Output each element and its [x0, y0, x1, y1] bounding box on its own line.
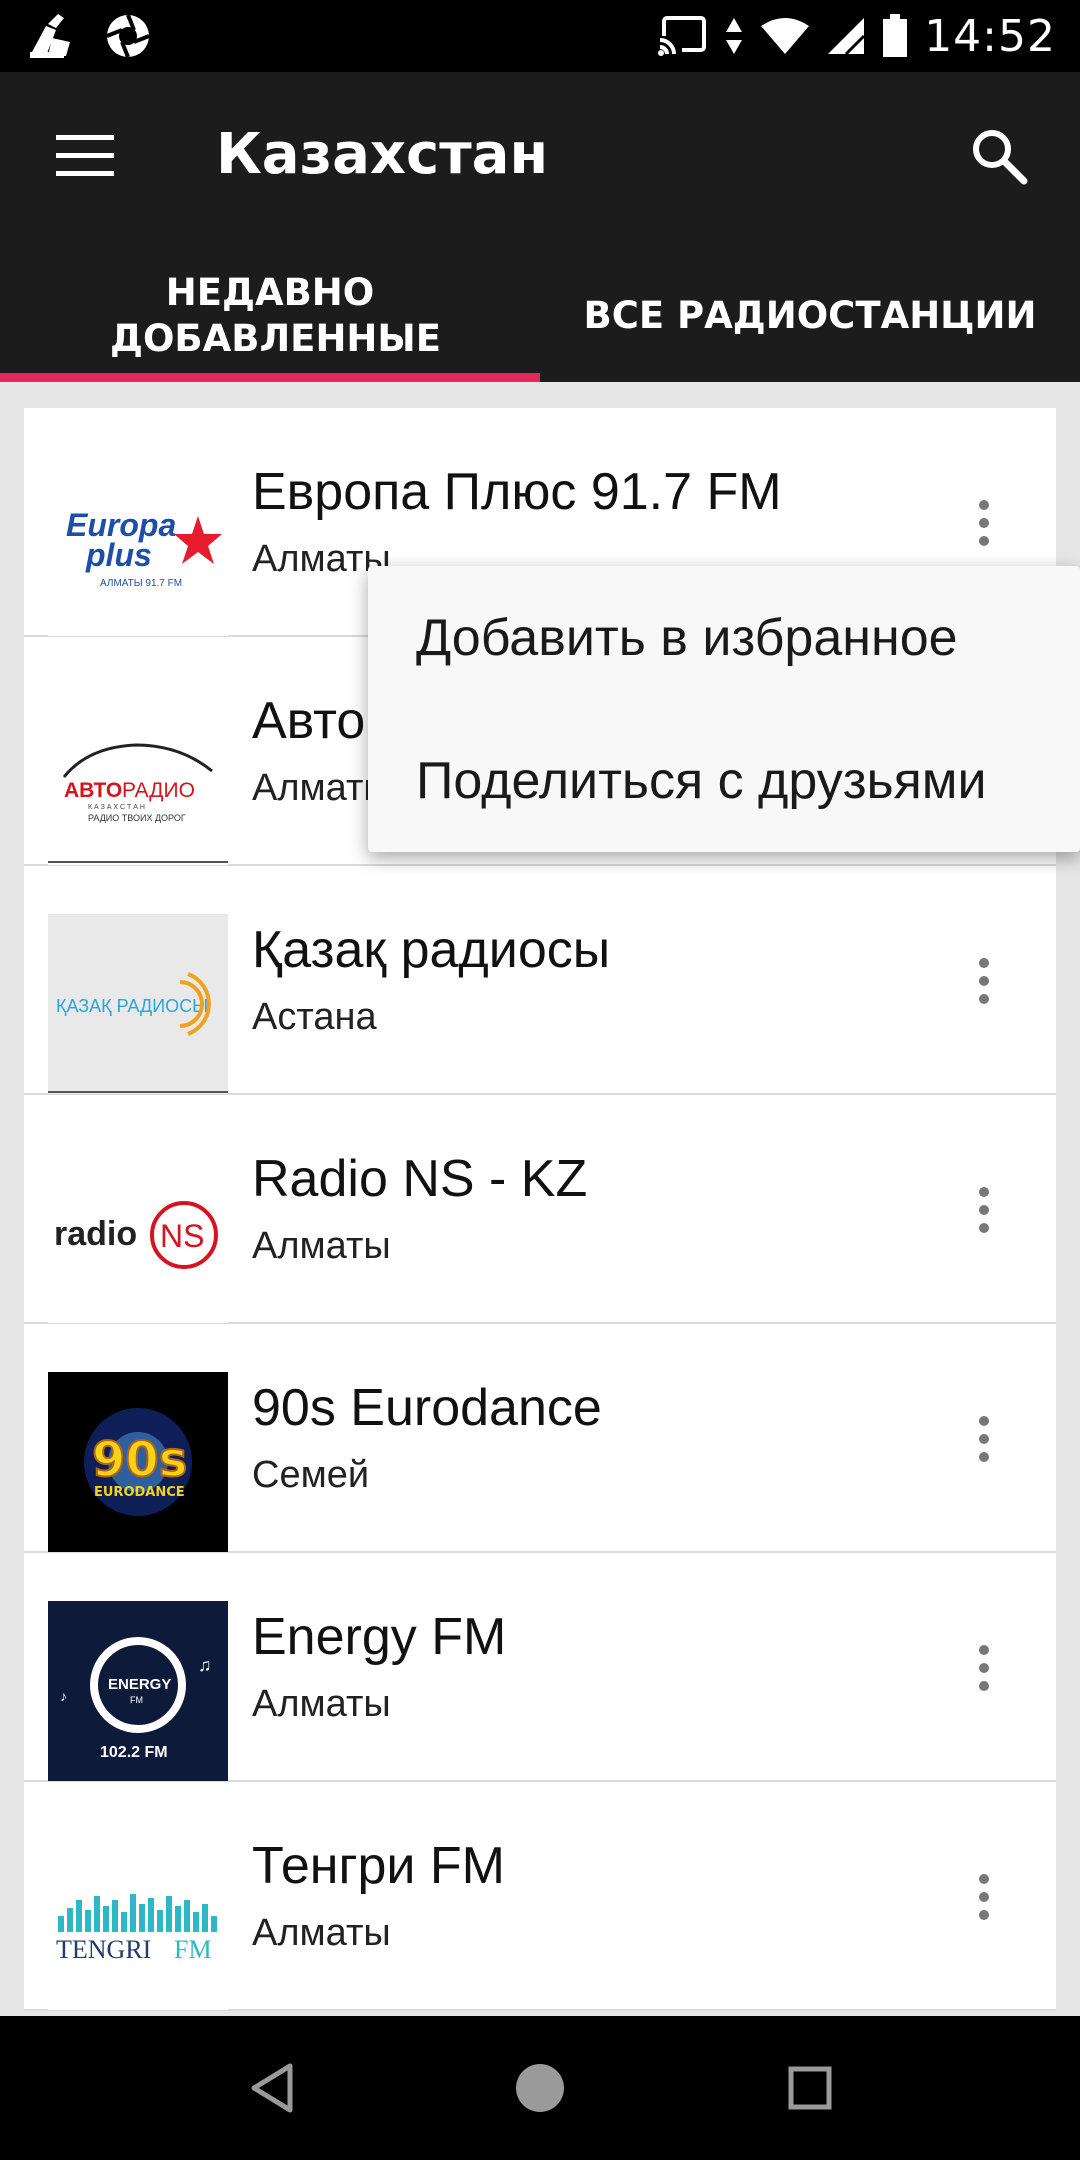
more-icon-dot	[979, 1681, 989, 1691]
hamburger-icon	[56, 135, 114, 176]
station-name: Тенгри FM	[252, 1837, 505, 1895]
station-name: 90s Eurodance	[252, 1379, 602, 1437]
menu-item-add-favorite[interactable]: Добавить в избранное	[368, 566, 1080, 709]
tengri-fm-logo: TENGRI FM	[48, 1830, 228, 2010]
station-city: Алматы	[252, 1225, 391, 1267]
svg-text:АЛМАТЫ 91.7 FM: АЛМАТЫ 91.7 FM	[100, 578, 182, 589]
svg-text:ENERGY: ENERGY	[108, 1676, 171, 1693]
svg-text:ҚАЗАҚ РАДИОСЫ: ҚАЗАҚ РАДИОСЫ	[56, 996, 208, 1016]
list-item[interactable]: TENGRI FM Тенгри FM Алматы	[24, 1782, 1056, 2011]
battery-icon	[883, 14, 908, 57]
europa-plus-logo: Europa plus АЛМАТЫ 91.7 FM	[48, 456, 228, 636]
more-icon-dot	[979, 1910, 989, 1920]
menu-button[interactable]	[40, 120, 130, 192]
more-icon-dot	[979, 1416, 989, 1426]
svg-text:102.2 FM: 102.2 FM	[100, 1744, 168, 1761]
system-nav-bar	[0, 2016, 1080, 2160]
more-icon-dot	[979, 1434, 989, 1444]
more-icon-dot	[979, 500, 989, 510]
cleaner-app-icon	[30, 14, 70, 58]
menu-item-share[interactable]: Поделиться с друзьями	[368, 709, 1080, 852]
station-name: Европа Плюс 91.7 FM	[252, 463, 782, 521]
more-options-button[interactable]	[964, 488, 1004, 558]
90s-eurodance-logo: 90s EURODANCE	[48, 1372, 228, 1552]
back-icon	[251, 2063, 293, 2113]
page-title: Казахстан	[216, 122, 549, 187]
svg-text:radio: radio	[54, 1215, 137, 1253]
svg-text:FM: FM	[130, 1695, 143, 1705]
app-bar: Казахстан НЕДАВНО ДОБАВЛЕННЫЕ ВСЕ РАДИОС…	[0, 72, 1080, 382]
more-icon-dot	[979, 1663, 989, 1673]
radio-ns-logo: radio NS	[48, 1143, 228, 1323]
station-city: Алматы	[252, 1912, 391, 1954]
more-options-button[interactable]	[964, 1175, 1004, 1245]
svg-text:90s: 90s	[92, 1432, 187, 1488]
data-transfer-icon	[726, 18, 743, 54]
station-name: Energy FM	[252, 1608, 507, 1666]
station-name: Қазақ радиосы	[252, 921, 611, 979]
list-item[interactable]: ҚАЗАҚ РАДИОСЫ Қазақ радиосы Астана	[24, 866, 1056, 1095]
more-icon-dot	[979, 994, 989, 1004]
kazakh-radio-logo: ҚАЗАҚ РАДИОСЫ	[48, 914, 228, 1094]
more-icon-dot	[979, 1223, 989, 1233]
tab-bar: НЕДАВНО ДОБАВЛЕННЫЕ ВСЕ РАДИОСТАНЦИИ	[0, 250, 1080, 382]
svg-text:РАДИО ТВОИХ ДОРОГ: РАДИО ТВОИХ ДОРОГ	[88, 813, 186, 823]
svg-text:NS: NS	[160, 1218, 204, 1254]
notification-icons	[26, 12, 152, 60]
tab-all-stations-label: ВСЕ РАДИОСТАНЦИИ	[583, 294, 1037, 337]
more-icon-dot	[979, 1205, 989, 1215]
home-button[interactable]	[504, 2052, 576, 2124]
recents-icon	[788, 2066, 832, 2110]
station-city: Астана	[252, 996, 377, 1038]
svg-text:♫: ♫	[198, 1655, 212, 1675]
more-icon-dot	[979, 1874, 989, 1884]
svg-text:РАДИО: РАДИО	[122, 779, 195, 802]
svg-text:К А З А Х С Т А Н: К А З А Х С Т А Н	[88, 804, 145, 811]
svg-text:АВТО: АВТО	[64, 779, 122, 802]
recents-button[interactable]	[774, 2052, 846, 2124]
svg-text:EURODANCE: EURODANCE	[94, 1485, 185, 1500]
more-icon-dot	[979, 976, 989, 986]
search-button[interactable]	[954, 114, 1044, 198]
energy-fm-logo: ENERGY FM 102.2 FM ♫ ♪	[48, 1601, 228, 1781]
list-item[interactable]: radio NS Radio NS - KZ Алматы	[24, 1095, 1056, 1324]
more-options-button[interactable]	[964, 946, 1004, 1016]
svg-text:FM: FM	[174, 1935, 212, 1964]
more-icon-dot	[979, 536, 989, 546]
avtoradio-logo: АВТО РАДИО К А З А Х С Т А Н РАДИО ТВОИХ…	[48, 685, 228, 865]
search-icon	[973, 130, 1028, 185]
svg-text:♪: ♪	[60, 1688, 67, 1704]
active-tab-indicator	[0, 373, 540, 382]
cast-icon	[658, 16, 707, 56]
more-icon-dot	[979, 1645, 989, 1655]
more-icon-dot	[979, 1452, 989, 1462]
home-icon	[516, 2064, 564, 2112]
more-icon-dot	[979, 518, 989, 528]
station-city: Алматы	[252, 1683, 391, 1725]
overflow-menu: Добавить в избранное Поделиться с друзья…	[368, 566, 1080, 852]
more-icon-dot	[979, 1187, 989, 1197]
tab-all-stations[interactable]: ВСЕ РАДИОСТАНЦИИ	[540, 250, 1080, 382]
more-icon-dot	[979, 958, 989, 968]
station-city: Семей	[252, 1454, 370, 1496]
system-status: 14:52	[658, 8, 1056, 64]
tab-recently-added-label: НЕДАВНО ДОБАВЛЕННЫЕ	[110, 271, 441, 360]
more-options-button[interactable]	[964, 1862, 1004, 1932]
tab-recently-added[interactable]: НЕДАВНО ДОБАВЛЕННЫЕ	[0, 250, 540, 382]
screen: 14:52 Казахстан НЕДАВНО ДОБАВЛЕННЫЕ ВСЕ …	[0, 0, 1080, 2160]
list-item[interactable]: ENERGY FM 102.2 FM ♫ ♪ Energy FM Алматы	[24, 1553, 1056, 1782]
list-item[interactable]: 90s EURODANCE 90s Eurodance Семей	[24, 1324, 1056, 1553]
more-options-button[interactable]	[964, 1404, 1004, 1474]
back-button[interactable]	[236, 2052, 308, 2124]
svg-text:plus: plus	[85, 537, 152, 573]
wifi-icon	[761, 18, 810, 54]
aperture-icon	[106, 14, 150, 58]
cell-signal-icon	[828, 18, 866, 56]
status-bar: 14:52	[0, 0, 1080, 72]
more-options-button[interactable]	[964, 1633, 1004, 1703]
more-icon-dot	[979, 1892, 989, 1902]
svg-text:TENGRI: TENGRI	[56, 1935, 151, 1964]
status-time: 14:52	[924, 10, 1056, 62]
station-name: Radio NS - KZ	[252, 1150, 588, 1208]
